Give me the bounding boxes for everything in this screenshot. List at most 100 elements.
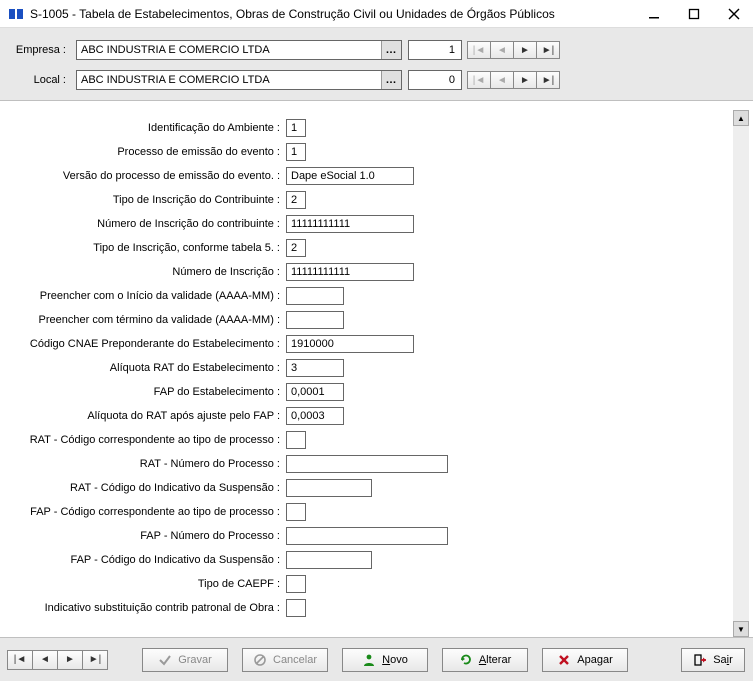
form-row: FAP - Número do Processo : <box>0 524 753 548</box>
apagar-label: Apagar <box>577 654 612 666</box>
local-last-button[interactable]: ►| <box>536 71 560 89</box>
empresa-combobox[interactable]: … <box>76 40 402 60</box>
field-label: Identificação do Ambiente : <box>0 122 286 134</box>
local-next-button[interactable]: ► <box>513 71 537 89</box>
field-label: Tipo de Inscrição, conforme tabela 5. : <box>0 242 286 254</box>
empresa-first-button[interactable]: |◄ <box>467 41 491 59</box>
field-value-wrap <box>286 359 344 377</box>
field-value-wrap <box>286 311 344 329</box>
form-row: Tipo de Inscrição, conforme tabela 5. : <box>0 236 753 260</box>
empresa-prev-button[interactable]: ◄ <box>490 41 514 59</box>
field-label: Tipo de Inscrição do Contribuinte : <box>0 194 286 206</box>
field-value-wrap <box>286 575 306 593</box>
header-panel: Empresa : … |◄ ◄ ► ►| Local : … |◄ ◄ ► ►… <box>0 28 753 101</box>
exit-icon <box>693 653 707 667</box>
empresa-last-button[interactable]: ►| <box>536 41 560 59</box>
gravar-label: Gravar <box>178 654 212 666</box>
field-input[interactable] <box>286 143 306 161</box>
field-input[interactable] <box>286 287 344 305</box>
form-row: RAT - Código do Indicativo da Suspensão … <box>0 476 753 500</box>
form-row: Versão do processo de emissão do evento.… <box>0 164 753 188</box>
field-input[interactable] <box>286 383 344 401</box>
record-next-button[interactable]: ► <box>57 650 83 670</box>
scroll-up-button[interactable]: ▲ <box>733 110 749 126</box>
field-value-wrap <box>286 119 306 137</box>
local-combobox[interactable]: … <box>76 70 402 90</box>
field-value-wrap <box>286 551 372 569</box>
form-row: Tipo de CAEPF : <box>0 572 753 596</box>
form-row: Identificação do Ambiente : <box>0 116 753 140</box>
cancel-icon <box>253 653 267 667</box>
empresa-number[interactable] <box>408 40 462 60</box>
field-label: Tipo de CAEPF : <box>0 578 286 590</box>
field-input[interactable] <box>286 263 414 281</box>
form-row: Número de Inscrição do contribuinte : <box>0 212 753 236</box>
close-button[interactable] <box>723 3 745 25</box>
record-last-button[interactable]: ►| <box>82 650 108 670</box>
field-value-wrap <box>286 599 306 617</box>
field-label: Alíquota do RAT após ajuste pelo FAP : <box>0 410 286 422</box>
form-row: Preencher com o Início da validade (AAAA… <box>0 284 753 308</box>
field-input[interactable] <box>286 407 344 425</box>
minimize-button[interactable] <box>643 3 665 25</box>
local-label: Local : <box>10 74 70 86</box>
form-row: Processo de emissão do evento : <box>0 140 753 164</box>
empresa-input[interactable] <box>77 41 381 59</box>
field-value-wrap <box>286 263 414 281</box>
field-label: Preencher com o Início da validade (AAAA… <box>0 290 286 302</box>
gravar-button[interactable]: Gravar <box>142 648 228 672</box>
local-first-button[interactable]: |◄ <box>467 71 491 89</box>
maximize-button[interactable] <box>683 3 705 25</box>
scroll-down-button[interactable]: ▼ <box>733 621 749 637</box>
novo-button[interactable]: Novo <box>342 648 428 672</box>
field-input[interactable] <box>286 191 306 209</box>
empresa-lookup-button[interactable]: … <box>381 41 401 59</box>
field-label: FAP - Número do Processo : <box>0 530 286 542</box>
empresa-nav: |◄ ◄ ► ►| <box>468 41 560 59</box>
local-lookup-button[interactable]: … <box>381 71 401 89</box>
field-label: RAT - Número do Processo : <box>0 458 286 470</box>
alterar-button[interactable]: Alterar <box>442 648 528 672</box>
field-input[interactable] <box>286 311 344 329</box>
field-input[interactable] <box>286 335 414 353</box>
field-input[interactable] <box>286 527 448 545</box>
field-label: Indicativo substituição contrib patronal… <box>0 602 286 614</box>
form-row: Indicativo substituição contrib patronal… <box>0 596 753 620</box>
field-input[interactable] <box>286 503 306 521</box>
form-row: FAP - Código correspondente ao tipo de p… <box>0 500 753 524</box>
field-label: Número de Inscrição do contribuinte : <box>0 218 286 230</box>
local-number[interactable] <box>408 70 462 90</box>
apagar-button[interactable]: Apagar <box>542 648 628 672</box>
field-input[interactable] <box>286 599 306 617</box>
form-row: Alíquota do RAT após ajuste pelo FAP : <box>0 404 753 428</box>
form-row: RAT - Número do Processo : <box>0 452 753 476</box>
cancelar-button[interactable]: Cancelar <box>242 648 328 672</box>
novo-label: Novo <box>382 654 408 666</box>
field-input[interactable] <box>286 215 414 233</box>
field-input[interactable] <box>286 239 306 257</box>
local-prev-button[interactable]: ◄ <box>490 71 514 89</box>
empresa-next-button[interactable]: ► <box>513 41 537 59</box>
field-label: RAT - Código correspondente ao tipo de p… <box>0 434 286 446</box>
app-icon <box>8 6 24 22</box>
record-first-button[interactable]: |◄ <box>7 650 33 670</box>
sair-button[interactable]: Sair <box>681 648 745 672</box>
field-input[interactable] <box>286 359 344 377</box>
field-value-wrap <box>286 503 306 521</box>
field-input[interactable] <box>286 431 306 449</box>
field-input[interactable] <box>286 455 448 473</box>
field-input[interactable] <box>286 551 372 569</box>
field-input[interactable] <box>286 575 306 593</box>
vertical-scrollbar[interactable]: ▲ ▼ <box>733 110 749 637</box>
form-row: Código CNAE Preponderante do Estabelecim… <box>0 332 753 356</box>
form-row: FAP do Estabelecimento : <box>0 380 753 404</box>
form-row: RAT - Código correspondente ao tipo de p… <box>0 428 753 452</box>
local-input[interactable] <box>77 71 381 89</box>
field-input[interactable] <box>286 119 306 137</box>
record-prev-button[interactable]: ◄ <box>32 650 58 670</box>
field-value-wrap <box>286 527 448 545</box>
field-input[interactable] <box>286 479 372 497</box>
form-row: Tipo de Inscrição do Contribuinte : <box>0 188 753 212</box>
field-input[interactable] <box>286 167 414 185</box>
field-label: Versão do processo de emissão do evento.… <box>0 170 286 182</box>
